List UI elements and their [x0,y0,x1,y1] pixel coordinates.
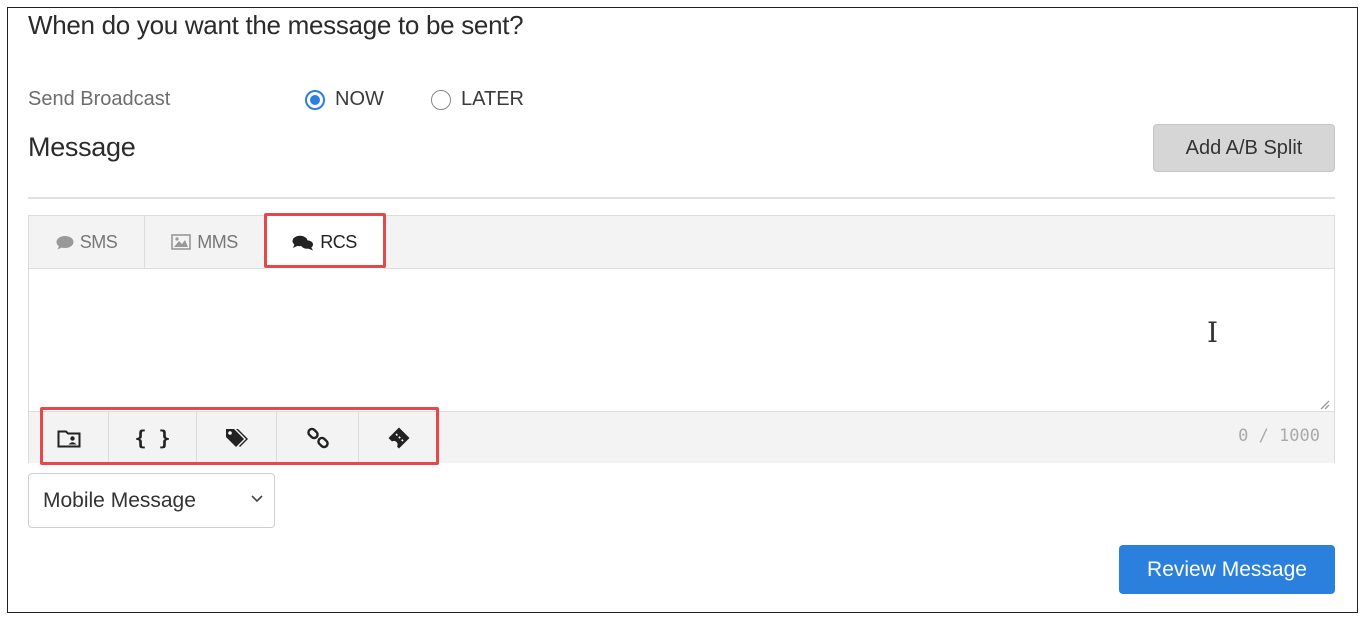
radio-now[interactable]: NOW [305,88,384,111]
radio-later-label: LATER [461,88,524,110]
tab-mms[interactable]: MMS [145,216,265,268]
review-message-button[interactable]: Review Message [1119,545,1335,594]
message-editor: SMS MMS RCS I { } 0 / 1000 [28,215,1335,463]
message-type-tabs: SMS MMS RCS [29,216,1334,269]
radio-now-label: NOW [335,88,384,110]
message-type-select[interactable]: Mobile Message [28,473,275,528]
page-title: When do you want the message to be sent? [28,10,524,40]
insert-coupon-button[interactable] [359,412,439,463]
message-textarea[interactable] [29,269,1334,411]
comment-icon [56,235,74,249]
image-icon [171,234,192,250]
comments-icon [292,235,314,250]
tab-sms-label: SMS [79,231,118,252]
text-cursor-icon: I [1207,316,1219,349]
message-type-select-value: Mobile Message [43,488,196,512]
curly-braces-icon: { } [134,425,171,450]
message-section-title: Message [28,132,136,162]
link-icon [306,427,329,448]
resize-handle-icon[interactable] [1318,398,1330,410]
section-divider [28,197,1335,199]
tab-rcs[interactable]: RCS [265,216,385,269]
insert-variable-button[interactable]: { } [109,412,197,463]
insert-contact-button[interactable] [29,412,109,463]
insert-link-button[interactable] [277,412,359,463]
tab-mms-label: MMS [197,231,238,252]
contact-card-icon [57,430,80,447]
character-counter: 0 / 1000 [1238,426,1320,446]
tab-sms[interactable]: SMS [29,216,145,268]
radio-now-indicator[interactable] [305,89,325,110]
radio-later-indicator[interactable] [431,89,451,110]
tab-rcs-label: RCS [320,232,357,252]
editor-toolbar: { } 0 / 1000 [29,411,1334,463]
ticket-icon [388,427,410,448]
tags-icon [225,428,248,447]
chevron-down-icon [251,495,263,503]
radio-later[interactable]: LATER [431,88,524,111]
send-broadcast-label: Send Broadcast [28,88,171,110]
add-ab-split-button[interactable]: Add A/B Split [1153,124,1335,172]
insert-tag-button[interactable] [197,412,277,463]
